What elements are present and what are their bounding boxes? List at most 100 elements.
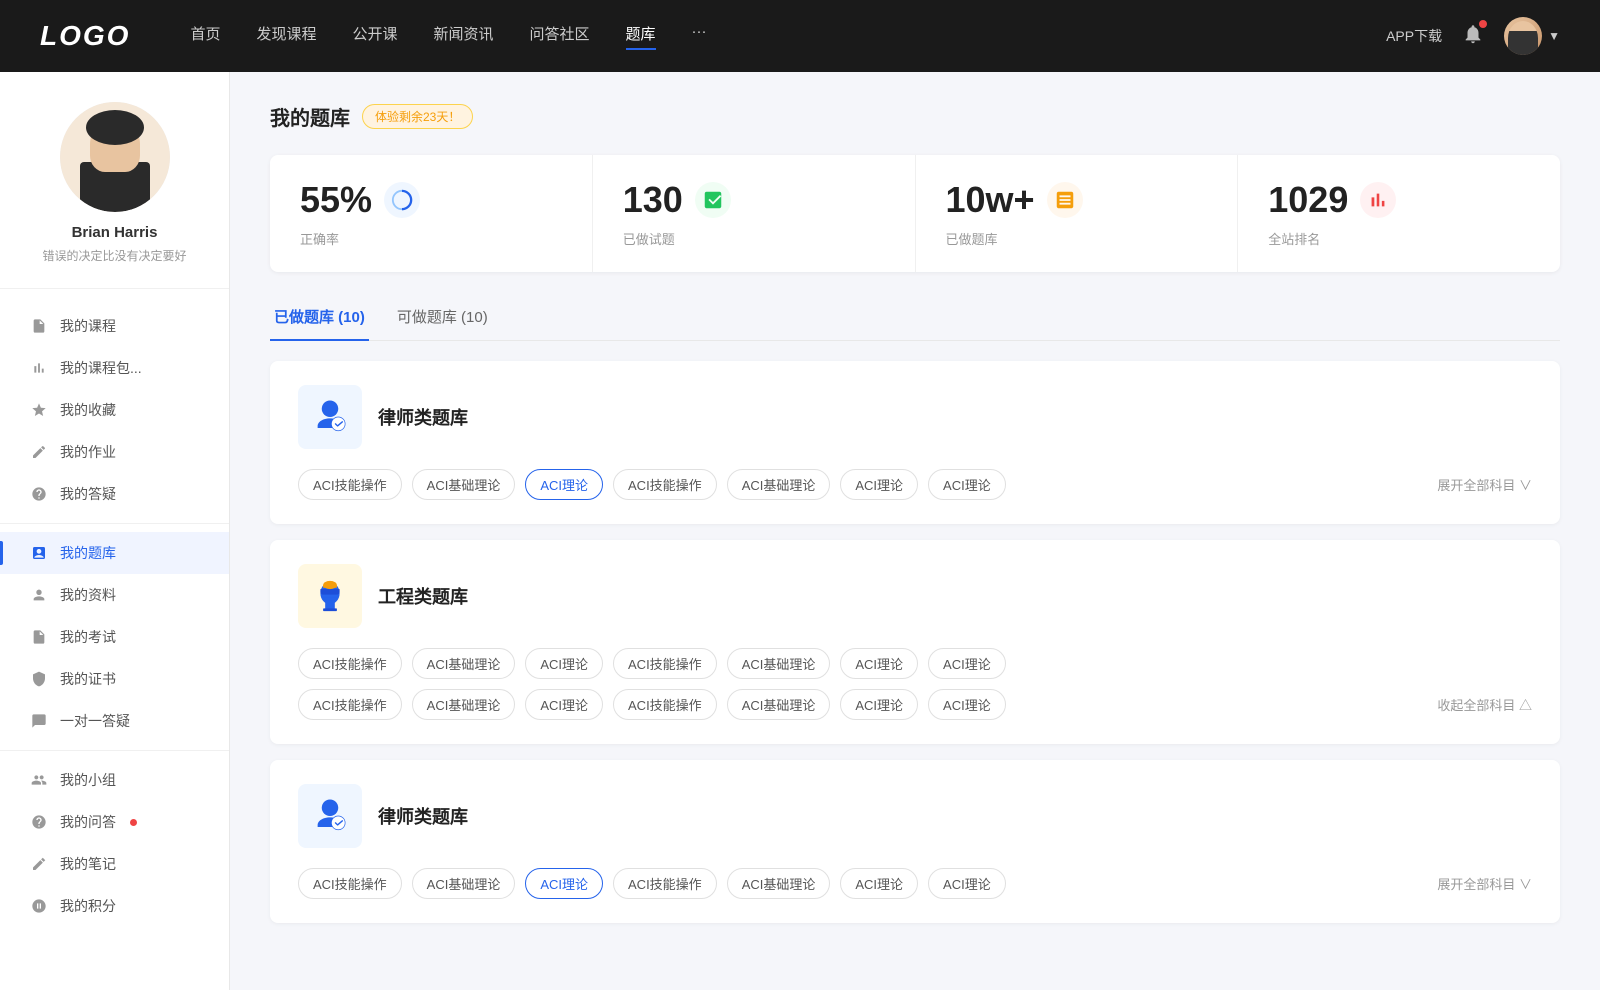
app-download[interactable]: APP下载 <box>1386 26 1442 46</box>
tag-3-1[interactable]: ACI基础理论 <box>412 868 516 899</box>
tag-eng-1-2[interactable]: ACI理论 <box>525 648 603 679</box>
done-quiz-icon <box>1047 182 1083 218</box>
stat-label-accuracy: 正确率 <box>300 229 562 248</box>
sidebar-item-courses[interactable]: 我的课程 <box>0 305 229 347</box>
sidebar-item-points[interactable]: 我的积分 <box>0 885 229 927</box>
sidebar-item-homework[interactable]: 我的作业 <box>0 431 229 473</box>
collapse-link-engineer[interactable]: 收起全部科目 △ <box>1437 695 1532 714</box>
sidebar-item-tutor[interactable]: 一对一答疑 <box>0 700 229 742</box>
sidebar-item-group[interactable]: 我的小组 <box>0 759 229 801</box>
sidebar-item-profile[interactable]: 我的资料 <box>0 574 229 616</box>
quiz-section-lawyer-1: 律师类题库 ACI技能操作 ACI基础理论 ACI理论 ACI技能操作 ACI基… <box>270 361 1560 524</box>
nav-more[interactable]: ··· <box>692 23 707 50</box>
tag-1-5[interactable]: ACI理论 <box>840 469 918 500</box>
qa-icon <box>30 813 48 831</box>
nav-right: APP下载 ▼ <box>1386 17 1560 55</box>
sidebar-item-notes[interactable]: 我的笔记 <box>0 843 229 885</box>
sidebar-item-favorites[interactable]: 我的收藏 <box>0 389 229 431</box>
sidebar: Brian Harris 错误的决定比没有决定要好 我的课程 我的课程包... <box>0 72 230 990</box>
tag-3-4[interactable]: ACI基础理论 <box>727 868 831 899</box>
edit-icon <box>30 443 48 461</box>
tag-3-3[interactable]: ACI技能操作 <box>613 868 717 899</box>
tag-3-0[interactable]: ACI技能操作 <box>298 868 402 899</box>
sidebar-item-questions[interactable]: 我的答疑 <box>0 473 229 515</box>
tag-1-2[interactable]: ACI理论 <box>525 469 603 500</box>
profile-section: Brian Harris 错误的决定比没有决定要好 <box>0 102 229 289</box>
quiz-header-engineer: 工程类题库 <box>298 564 1532 628</box>
sidebar-label-quiz: 我的题库 <box>60 543 116 563</box>
stats-row: 55% 正确率 130 已 <box>270 155 1560 272</box>
tag-1-0[interactable]: ACI技能操作 <box>298 469 402 500</box>
sidebar-item-exam[interactable]: 我的考试 <box>0 616 229 658</box>
tag-3-2[interactable]: ACI理论 <box>525 868 603 899</box>
tag-1-3[interactable]: ACI技能操作 <box>613 469 717 500</box>
sidebar-label-cert: 我的证书 <box>60 669 116 689</box>
tag-eng-2-3[interactable]: ACI技能操作 <box>613 689 717 720</box>
tag-eng-1-0[interactable]: ACI技能操作 <box>298 648 402 679</box>
ranking-icon <box>1360 182 1396 218</box>
page-layout: Brian Harris 错误的决定比没有决定要好 我的课程 我的课程包... <box>0 0 1600 990</box>
profile-motto: 错误的决定比没有决定要好 <box>20 247 209 264</box>
tag-3-5[interactable]: ACI理论 <box>840 868 918 899</box>
tags-container-1: ACI技能操作 ACI基础理论 ACI理论 ACI技能操作 ACI基础理论 AC… <box>298 469 1532 500</box>
accuracy-icon <box>384 182 420 218</box>
quiz-header-lawyer-2: 律师类题库 <box>298 784 1532 848</box>
notification-bell[interactable] <box>1462 23 1484 50</box>
tag-eng-1-6[interactable]: ACI理论 <box>928 648 1006 679</box>
tag-eng-2-6[interactable]: ACI理论 <box>928 689 1006 720</box>
nav-news[interactable]: 新闻资讯 <box>434 23 494 50</box>
stat-value-quiz: 10w+ <box>946 179 1035 221</box>
tag-eng-2-0[interactable]: ACI技能操作 <box>298 689 402 720</box>
quiz-header-lawyer-1: 律师类题库 <box>298 385 1532 449</box>
quiz-icon <box>30 544 48 562</box>
tag-eng-2-2[interactable]: ACI理论 <box>525 689 603 720</box>
page-title: 我的题库 <box>270 102 350 131</box>
tag-1-6[interactable]: ACI理论 <box>928 469 1006 500</box>
tag-3-6[interactable]: ACI理论 <box>928 868 1006 899</box>
stat-value-accuracy: 55% <box>300 179 372 221</box>
stat-done-quiz: 10w+ 已做题库 <box>916 155 1239 272</box>
tag-eng-2-1[interactable]: ACI基础理论 <box>412 689 516 720</box>
tag-eng-1-4[interactable]: ACI基础理论 <box>727 648 831 679</box>
navigation: LOGO 首页 发现课程 公开课 新闻资讯 问答社区 题库 ··· APP下载 … <box>0 0 1600 72</box>
nav-discover[interactable]: 发现课程 <box>256 23 316 50</box>
lawyer-icon-1 <box>298 385 362 449</box>
tab-done[interactable]: 已做题库 (10) <box>270 296 369 341</box>
tag-eng-2-5[interactable]: ACI理论 <box>840 689 918 720</box>
sidebar-label-exam: 我的考试 <box>60 627 116 647</box>
expand-link-3[interactable]: 展开全部科目 ∨ <box>1437 874 1532 893</box>
stat-ranking: 1029 全站排名 <box>1238 155 1560 272</box>
nav-open-course[interactable]: 公开课 <box>352 23 397 50</box>
sidebar-item-course-pkg[interactable]: 我的课程包... <box>0 347 229 389</box>
tag-1-4[interactable]: ACI基础理论 <box>727 469 831 500</box>
file-icon <box>30 317 48 335</box>
nav-qa[interactable]: 问答社区 <box>530 23 590 50</box>
tag-eng-1-1[interactable]: ACI基础理论 <box>412 648 516 679</box>
sidebar-item-my-qa[interactable]: 我的问答 <box>0 801 229 843</box>
nav-quiz[interactable]: 题库 <box>626 23 656 50</box>
sidebar-label-questions: 我的答疑 <box>60 484 116 504</box>
sidebar-item-quiz[interactable]: 我的题库 <box>0 532 229 574</box>
nav-home[interactable]: 首页 <box>190 23 220 50</box>
tag-eng-2-4[interactable]: ACI基础理论 <box>727 689 831 720</box>
main-content: 我的题库 体验剩余23天！ 55% 正确率 <box>230 72 1600 990</box>
chart-icon <box>30 359 48 377</box>
tag-eng-1-3[interactable]: ACI技能操作 <box>613 648 717 679</box>
sidebar-label-favorites: 我的收藏 <box>60 400 116 420</box>
sidebar-label-my-qa: 我的问答 <box>60 812 116 832</box>
page-title-row: 我的题库 体验剩余23天！ <box>270 102 1560 131</box>
lawyer-icon-2 <box>298 784 362 848</box>
user-menu[interactable]: ▼ <box>1504 17 1560 55</box>
tag-eng-1-5[interactable]: ACI理论 <box>840 648 918 679</box>
stat-value-done: 130 <box>623 179 683 221</box>
stat-value-rank: 1029 <box>1268 179 1348 221</box>
sidebar-item-cert[interactable]: 我的证书 <box>0 658 229 700</box>
quiz-title-lawyer-1: 律师类题库 <box>378 404 468 430</box>
tab-available[interactable]: 可做题库 (10) <box>393 296 492 341</box>
person-icon <box>30 586 48 604</box>
tags-row1-engineer: ACI技能操作 ACI基础理论 ACI理论 ACI技能操作 ACI基础理论 AC… <box>298 648 1532 679</box>
menu-divider-1 <box>0 523 229 524</box>
sidebar-label-tutor: 一对一答疑 <box>60 711 130 731</box>
tag-1-1[interactable]: ACI基础理论 <box>412 469 516 500</box>
expand-link-1[interactable]: 展开全部科目 ∨ <box>1437 475 1532 494</box>
